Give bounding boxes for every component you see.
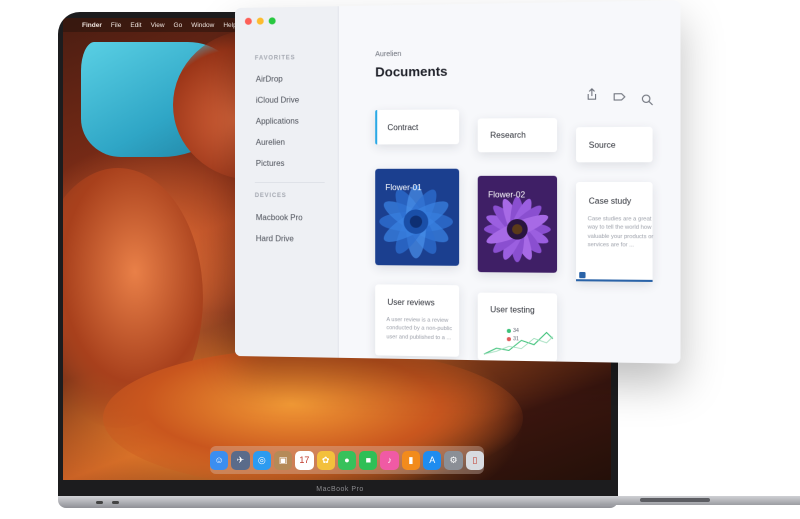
finder-content: Aurelien Documents Contract Research Sou… xyxy=(339,0,681,363)
usb-c-port xyxy=(112,501,119,504)
sidebar-item-icloud-drive[interactable]: iCloud Drive xyxy=(256,95,299,104)
system-preferences-icon[interactable]: ⚙ xyxy=(444,450,463,470)
card-source[interactable]: Source xyxy=(576,126,653,163)
menu-app-name[interactable]: Finder xyxy=(82,22,102,29)
down-arrow-icon xyxy=(506,337,511,342)
card-title: User reviews xyxy=(387,297,435,308)
favorites-title: FAVORITES xyxy=(254,55,296,62)
share-icon[interactable] xyxy=(584,87,599,102)
stat-down: 31 xyxy=(506,336,519,343)
card-title: Flower-01 xyxy=(385,183,422,193)
menu-go[interactable]: Go xyxy=(174,22,183,29)
up-arrow-icon xyxy=(506,328,511,334)
sidebar-divider xyxy=(254,182,325,184)
page-title: Documents xyxy=(375,63,448,80)
contacts-icon[interactable]: ▣ xyxy=(273,450,293,470)
sidebar-item-macbook-pro[interactable]: Macbook Pro xyxy=(256,213,303,222)
app-store-icon[interactable]: A xyxy=(423,450,442,470)
card-contract[interactable]: Contract xyxy=(375,109,460,145)
itunes-icon[interactable]: ♪ xyxy=(380,450,399,470)
close-button[interactable] xyxy=(244,17,252,25)
tag-icon[interactable] xyxy=(612,90,627,105)
sidebar-item-pictures[interactable]: Pictures xyxy=(256,159,285,168)
card-title: Case study xyxy=(588,196,632,206)
trash-icon[interactable]: ▯ xyxy=(465,450,485,470)
laptop-base xyxy=(58,496,618,508)
card-progress xyxy=(576,279,653,282)
menu-view[interactable]: View xyxy=(151,22,165,29)
messages-icon[interactable]: ● xyxy=(337,450,357,470)
stat-up: 34 xyxy=(506,327,519,335)
sidebar-item-airdrop[interactable]: AirDrop xyxy=(256,74,283,83)
sidebar-item-aurelien[interactable]: Aurelien xyxy=(256,138,285,147)
finder-window: FAVORITES AirDrop iCloud Drive Applicati… xyxy=(235,0,681,364)
safari-icon[interactable]: ◎ xyxy=(252,450,271,470)
dock: ☺ ✈ ◎ ▣ 17 ✿ ● ■ ♪ ▮ A ⚙ ▯ xyxy=(209,446,485,474)
card-title: Flower-02 xyxy=(488,190,526,200)
card-title: Contract xyxy=(387,122,419,133)
search-icon[interactable] xyxy=(640,92,655,107)
card-case-study[interactable]: Case study Case studies are a great way … xyxy=(576,182,653,282)
laptop-brand: MacBook Pro xyxy=(316,486,364,493)
sidebar-item-applications[interactable]: Applications xyxy=(256,117,299,126)
card-accent xyxy=(375,110,378,145)
stat-value: 34 xyxy=(513,327,519,335)
finder-icon[interactable]: ☺ xyxy=(209,450,229,470)
breadcrumb[interactable]: Aurelien xyxy=(375,51,401,58)
stat-value: 31 xyxy=(513,336,519,343)
card-title: User testing xyxy=(490,305,535,315)
card-research[interactable]: Research xyxy=(477,118,558,153)
document-icon xyxy=(579,271,586,279)
photos-icon[interactable]: ✿ xyxy=(316,450,335,470)
facetime-icon[interactable]: ■ xyxy=(359,450,378,470)
card-user-reviews[interactable]: User reviews A user review is a review c… xyxy=(375,284,460,357)
card-description: Case studies are a great way to tell the… xyxy=(587,216,654,249)
menu-edit[interactable]: Edit xyxy=(130,22,141,29)
card-title: Source xyxy=(588,140,616,150)
devices-title: DEVICES xyxy=(254,193,287,200)
finder-sidebar: FAVORITES AirDrop iCloud Drive Applicati… xyxy=(235,6,339,358)
calendar-icon[interactable]: 17 xyxy=(295,450,314,470)
usb-c-port xyxy=(96,501,103,504)
zoom-button[interactable] xyxy=(268,17,276,25)
card-title: Research xyxy=(490,130,526,140)
card-user-testing[interactable]: User testing 34 31 xyxy=(477,292,558,362)
minimize-button[interactable] xyxy=(256,17,264,25)
menu-window[interactable]: Window xyxy=(191,22,214,29)
card-flower-01[interactable]: Flower-01 xyxy=(375,168,460,266)
menu-file[interactable]: File xyxy=(111,22,121,29)
sidebar-item-hard-drive[interactable]: Hard Drive xyxy=(256,234,294,243)
launchpad-icon[interactable]: ✈ xyxy=(231,450,250,470)
card-flower-02[interactable]: Flower-02 xyxy=(477,175,558,273)
card-description: A user review is a review conducted by a… xyxy=(386,316,453,341)
ibooks-icon[interactable]: ▮ xyxy=(401,450,421,470)
laptop-notch xyxy=(640,498,710,502)
window-controls xyxy=(244,17,276,25)
